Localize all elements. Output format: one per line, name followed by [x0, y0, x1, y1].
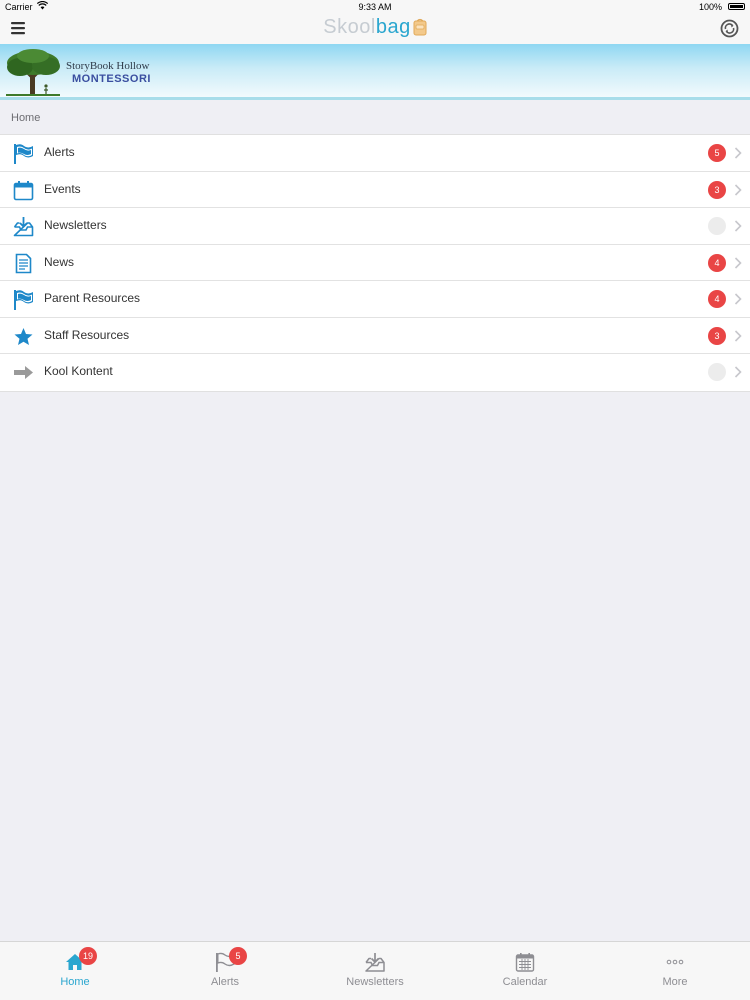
count-badge [708, 363, 726, 381]
battery-icon [728, 3, 745, 10]
school-name-line1: StoryBook Hollow [66, 60, 150, 72]
chevron-right-icon [734, 183, 742, 196]
logo-text-bag: bag [375, 16, 411, 38]
menu-item-alerts[interactable]: Alerts 5 [0, 135, 750, 172]
nav-bar: Skoolbag [0, 14, 750, 44]
calendar-icon [515, 953, 535, 972]
status-bar: Carrier 9:33 AM 100% [0, 0, 750, 14]
menu-item-events[interactable]: Events 3 [0, 172, 750, 208]
tab-label: Calendar [502, 976, 548, 988]
inbox-download-icon [13, 217, 34, 237]
tab-alerts[interactable]: 5 Alerts [150, 942, 300, 1000]
inbox-download-icon [365, 953, 385, 972]
school-name-line2: MONTESSORI [72, 73, 151, 85]
flag-icon [14, 290, 33, 310]
more-dots-icon [666, 959, 684, 965]
calendar-icon [13, 180, 34, 200]
count-badge: 4 [708, 253, 726, 272]
chevron-right-icon [734, 329, 742, 342]
chevron-right-icon [734, 220, 742, 232]
app-logo: Skoolbag [0, 16, 750, 39]
logo-text-skool: Skool [323, 16, 376, 38]
tab-label: Newsletters [346, 976, 404, 988]
count-badge: 4 [708, 290, 726, 308]
count-badge [708, 217, 726, 235]
arrow-right-icon [14, 366, 33, 379]
tab-label: Home [60, 976, 90, 988]
battery-percent: 100% [698, 2, 722, 12]
flag-icon [14, 144, 33, 164]
chevron-right-icon [734, 366, 742, 378]
chevron-right-icon [734, 256, 742, 269]
menu-item-label: Parent Resources [44, 291, 141, 305]
sync-icon[interactable] [720, 19, 739, 38]
count-badge: 5 [708, 144, 726, 162]
count-badge: 3 [708, 180, 726, 199]
chevron-right-icon [734, 293, 742, 305]
tab-badge: 19 [79, 947, 97, 965]
menu-item-news[interactable]: News 4 [0, 245, 750, 281]
tab-bar: 19 Home 5 Alerts Newsletters Calendar Mo… [0, 941, 750, 1000]
menu-item-kool-kontent[interactable]: Kool Kontent [0, 354, 750, 391]
document-icon [15, 253, 32, 273]
chevron-right-icon [734, 147, 742, 159]
count-badge: 3 [708, 326, 726, 345]
menu-item-label: Kool Kontent [44, 364, 113, 378]
tab-label: More [662, 976, 688, 988]
tab-newsletters[interactable]: Newsletters [300, 942, 450, 1000]
school-banner: StoryBook Hollow MONTESSORI [0, 44, 750, 100]
menu-item-parent-resources[interactable]: Parent Resources 4 [0, 281, 750, 318]
menu-item-staff-resources[interactable]: Staff Resources 3 [0, 318, 750, 354]
tab-home[interactable]: 19 Home [0, 942, 150, 1000]
menu-item-label: Alerts [44, 145, 75, 159]
tab-label: Alerts [210, 976, 240, 988]
tab-more[interactable]: More [600, 942, 750, 1000]
menu-item-label: Newsletters [44, 218, 107, 232]
section-header: Home [11, 112, 41, 124]
menu-item-label: News [44, 254, 75, 269]
menu-item-newsletters[interactable]: Newsletters [0, 208, 750, 245]
tree-logo-icon [6, 49, 60, 96]
clock: 9:33 AM [358, 2, 392, 12]
schoolbag-icon [413, 18, 427, 36]
tab-badge: 5 [229, 947, 247, 965]
menu-item-label: Staff Resources [44, 327, 130, 342]
menu-list: Alerts 5 Events 3 Newsletters News 4 Par… [0, 134, 750, 392]
menu-item-label: Events [44, 181, 81, 196]
star-icon [14, 327, 33, 345]
tab-calendar[interactable]: Calendar [450, 942, 600, 1000]
